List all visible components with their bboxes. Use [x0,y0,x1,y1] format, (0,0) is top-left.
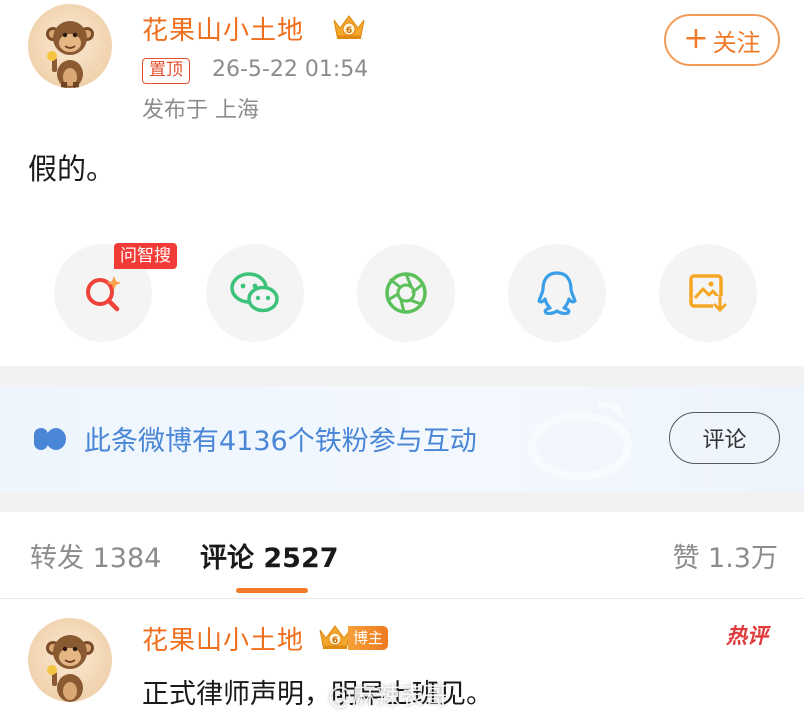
tab-likes[interactable]: 赞 1.3万 [672,536,778,575]
hot-comment-badge: 热评 [726,612,776,650]
monkey-avatar-image [46,635,94,702]
comment-author-avatar[interactable] [28,618,112,702]
weibo-watermark-icon [528,401,632,480]
banner-comment-button[interactable]: 评论 [669,412,780,464]
tab-comments[interactable]: 评论 2527 [200,536,339,575]
monkey-avatar-image [46,21,94,88]
comment-author-name[interactable]: 花果山小土地 [142,620,304,657]
tab-repost[interactable]: 转发 1384 [30,536,161,575]
svg-text:6: 6 [346,26,352,36]
fans-icon [34,428,66,450]
plus-icon: + [683,21,709,56]
active-tab-indicator [236,588,308,593]
save-image-button[interactable] [659,244,757,342]
post-author-name[interactable]: 花果山小土地 [142,10,304,47]
section-divider [0,492,804,512]
fans-banner-text: 此条微博有4136个铁粉参与互动 [84,426,477,457]
moments-icon [385,272,427,314]
qq-icon [537,271,577,315]
post-content: 假的。 [28,152,116,186]
post-timestamp: 26-5-22 01:54 [212,57,369,82]
wechat-icon [230,272,279,313]
svg-text:6: 6 [332,636,338,646]
share-moments-button[interactable] [357,244,455,342]
follow-button-label: 关注 [712,28,761,57]
follow-button[interactable]: + 关注 [664,14,780,66]
save-image-icon [689,274,727,312]
share-wechat-button[interactable] [206,244,304,342]
blogger-badge: 博主 [348,626,389,650]
pinned-badge: 置顶 [142,58,190,84]
share-qq-button[interactable] [508,244,606,342]
image-watermark: @麻辣表哥 [328,682,448,710]
vip-crown-icon: 6 [333,15,365,39]
post-author-avatar[interactable] [28,4,112,88]
post-location: 发布于 上海 [142,98,259,123]
section-divider [0,366,804,386]
tabs-divider [0,598,804,599]
new-feature-badge: 问智搜 [114,243,177,269]
search-ai-icon [86,276,121,312]
